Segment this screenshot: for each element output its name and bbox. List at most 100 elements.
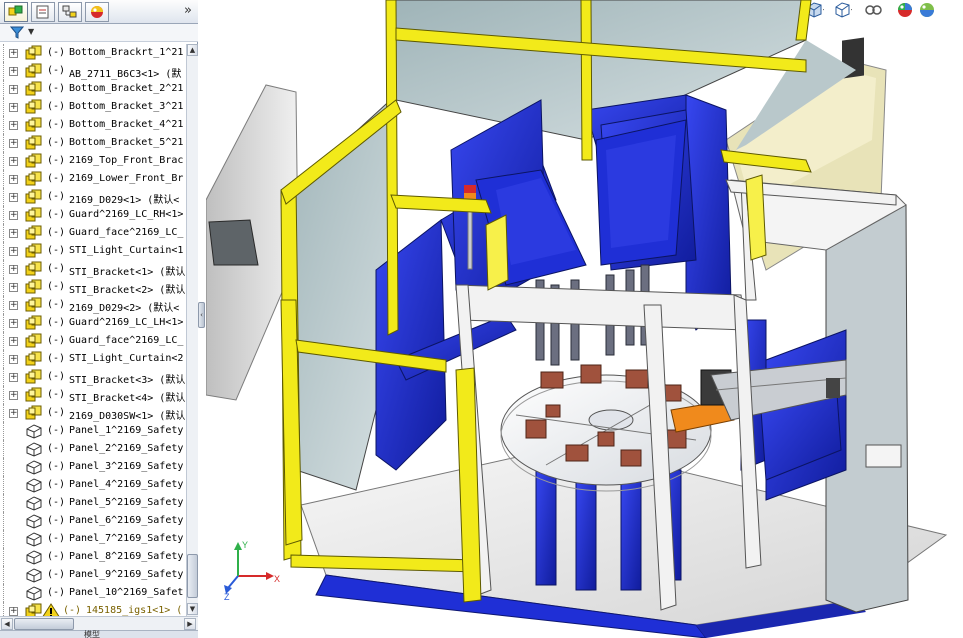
tab-feature-manager[interactable] bbox=[4, 2, 28, 22]
tab-configuration-manager[interactable] bbox=[58, 2, 82, 22]
tree-item[interactable]: + (-) STI_Light_Curtain<1 bbox=[0, 242, 186, 260]
triad-x-label: X bbox=[274, 574, 280, 584]
expand-panel-button[interactable]: » bbox=[184, 3, 192, 18]
expand-toggle-icon[interactable]: + bbox=[9, 229, 18, 238]
panel-splitter[interactable]: ‹ bbox=[198, 0, 206, 638]
scroll-thumb[interactable] bbox=[187, 554, 198, 598]
subassembly-icon bbox=[24, 225, 44, 242]
tree-guide-line bbox=[3, 278, 4, 296]
filter-dropdown-caret[interactable]: ▼ bbox=[28, 27, 34, 36]
tree-item[interactable]: (-) Panel_2^2169_Safety bbox=[0, 440, 186, 458]
part-icon bbox=[24, 549, 44, 566]
expand-toggle-icon[interactable]: + bbox=[9, 355, 18, 364]
expand-toggle-icon[interactable]: + bbox=[9, 121, 18, 130]
expand-toggle-icon[interactable]: + bbox=[9, 175, 18, 184]
funnel-filter-icon[interactable] bbox=[10, 26, 24, 39]
tree-item-status: (-) bbox=[47, 47, 66, 58]
expand-toggle-icon[interactable]: + bbox=[9, 409, 18, 418]
tree-item[interactable]: + (-) 2169_D029<2> (默认< bbox=[0, 296, 186, 314]
tree-item-status: (-) bbox=[47, 461, 66, 472]
tree-item[interactable]: + (-) 2169_Lower_Front_Br bbox=[0, 170, 186, 188]
tree-item[interactable]: + (-) Bottom_Bracket_4^21 bbox=[0, 116, 186, 134]
expand-toggle-icon[interactable]: + bbox=[9, 139, 18, 148]
tree-item[interactable]: (-) Panel_6^2169_Safety bbox=[0, 512, 186, 530]
scroll-down-button[interactable]: ▼ bbox=[187, 603, 198, 615]
tree-item-label: Bottom_Bracket_3^21 bbox=[69, 101, 184, 112]
assembly-tree-icon bbox=[8, 5, 23, 16]
expand-toggle-icon[interactable]: + bbox=[9, 391, 18, 400]
expand-toggle-icon[interactable]: + bbox=[9, 193, 18, 202]
tree-item[interactable]: + (-) Guard_face^2169_LC_ bbox=[0, 224, 186, 242]
expand-toggle-icon[interactable]: + bbox=[9, 265, 18, 274]
tree-item[interactable]: (-) Panel_1^2169_Safety bbox=[0, 422, 186, 440]
tree-item[interactable]: + (-) Bottom_Bracket_2^21 bbox=[0, 80, 186, 98]
scroll-left-button[interactable]: ◀ bbox=[1, 618, 13, 630]
tree-item[interactable]: + (-) 2169_D029<1> (默认< bbox=[0, 188, 186, 206]
tree-item[interactable]: (-) Panel_4^2169_Safety bbox=[0, 476, 186, 494]
graphics-area[interactable]: X Y Z bbox=[206, 0, 963, 638]
expand-toggle-icon[interactable]: + bbox=[9, 283, 18, 292]
tree-item-label: 145185_igs1<1> ( bbox=[86, 605, 183, 616]
tree-item[interactable]: + (-) STI_Bracket<3> (默认 bbox=[0, 368, 186, 386]
tab-property-manager[interactable] bbox=[31, 2, 55, 22]
tree-guide-line bbox=[3, 368, 4, 386]
subassembly-icon bbox=[24, 189, 44, 206]
tree-item[interactable]: (-) Panel_3^2169_Safety bbox=[0, 458, 186, 476]
tab-model[interactable]: 模型 bbox=[84, 629, 100, 638]
subassembly-icon bbox=[24, 171, 44, 188]
tree-item[interactable]: + (-) Guard_face^2169_LC_ bbox=[0, 332, 186, 350]
expand-toggle-icon[interactable]: + bbox=[9, 157, 18, 166]
scroll-up-button[interactable]: ▲ bbox=[187, 44, 198, 56]
tree-item[interactable]: (-) Panel_5^2169_Safety bbox=[0, 494, 186, 512]
tree-item[interactable]: + (-) Guard^2169_LC_RH<1> bbox=[0, 206, 186, 224]
tree-item-label: Panel_8^2169_Safety bbox=[69, 551, 184, 562]
subassembly-icon bbox=[24, 297, 44, 314]
tree-item-label: Guard_face^2169_LC_ bbox=[69, 335, 184, 346]
property-manager-icon bbox=[36, 5, 49, 19]
tree-horizontal-scrollbar[interactable]: ◀ ▶ bbox=[0, 616, 198, 630]
expand-toggle-icon[interactable]: + bbox=[9, 607, 18, 616]
tab-appearance-manager[interactable] bbox=[85, 2, 109, 22]
assembly-3d-model[interactable] bbox=[206, 0, 963, 638]
tree-guide-line bbox=[3, 476, 4, 494]
subassembly-icon bbox=[24, 351, 44, 368]
expand-toggle-icon[interactable]: + bbox=[9, 103, 18, 112]
feature-manager-panel: » ▼ + (-) Bottom_Brackrt_1^21 + (-) AB_2711_B… bbox=[0, 0, 198, 638]
expand-toggle-icon[interactable]: + bbox=[9, 301, 18, 310]
tree-item[interactable]: + (-) Bottom_Brackrt_1^21 bbox=[0, 44, 186, 62]
horizontal-scroll-thumb[interactable] bbox=[14, 618, 74, 630]
tree-item[interactable]: (-) Panel_10^2169_Safet bbox=[0, 584, 186, 602]
tree-item-label: 2169_Top_Front_Brac bbox=[69, 155, 184, 166]
tree-item[interactable]: + (-) 2169_Top_Front_Brac bbox=[0, 152, 186, 170]
expand-toggle-icon[interactable]: + bbox=[9, 67, 18, 76]
tree-item[interactable]: + (-) STI_Bracket<4> (默认 bbox=[0, 386, 186, 404]
tree-vertical-scrollbar[interactable]: ▲ ▼ bbox=[186, 44, 198, 616]
tree-item[interactable]: (-) Panel_8^2169_Safety bbox=[0, 548, 186, 566]
tree-item[interactable]: (-) Panel_7^2169_Safety bbox=[0, 530, 186, 548]
tree-item[interactable]: + (-) 145185_igs1<1> ( bbox=[0, 602, 186, 616]
expand-toggle-icon[interactable]: + bbox=[9, 319, 18, 328]
subassembly-icon bbox=[24, 279, 44, 296]
tree-item[interactable]: + (-) STI_Bracket<1> (默认 bbox=[0, 260, 186, 278]
expand-toggle-icon[interactable]: + bbox=[9, 85, 18, 94]
tree-item[interactable]: + (-) Bottom_Bracket_5^21 bbox=[0, 134, 186, 152]
scroll-right-button[interactable]: ▶ bbox=[184, 618, 196, 630]
tree-item[interactable]: + (-) Bottom_Bracket_3^21 bbox=[0, 98, 186, 116]
expand-toggle-icon[interactable]: + bbox=[9, 49, 18, 58]
tree-guide-line bbox=[3, 530, 4, 548]
tree-item-status: (-) bbox=[47, 569, 66, 580]
tree-item-label: Panel_6^2169_Safety bbox=[69, 515, 184, 526]
tree-item[interactable]: + (-) STI_Light_Curtain<2 bbox=[0, 350, 186, 368]
tree-item-label: 2169_D029<2> (默认< bbox=[69, 303, 180, 314]
expand-toggle-icon[interactable]: + bbox=[9, 247, 18, 256]
tree-guide-line bbox=[3, 206, 4, 224]
expand-toggle-icon[interactable]: + bbox=[9, 373, 18, 382]
expand-toggle-icon[interactable]: + bbox=[9, 337, 18, 346]
tree-item[interactable]: (-) Panel_9^2169_Safety bbox=[0, 566, 186, 584]
tree-item[interactable]: + (-) STI_Bracket<2> (默认 bbox=[0, 278, 186, 296]
tree-item[interactable]: + (-) AB_2711_B6C3<1> (默 bbox=[0, 62, 186, 80]
expand-toggle-icon[interactable]: + bbox=[9, 211, 18, 220]
tree-item[interactable]: + (-) Guard^2169_LC_LH<1> bbox=[0, 314, 186, 332]
tree-item[interactable]: + (-) 2169_D030SW<1> (默认 bbox=[0, 404, 186, 422]
collapse-panel-handle[interactable]: ‹ bbox=[198, 302, 205, 328]
